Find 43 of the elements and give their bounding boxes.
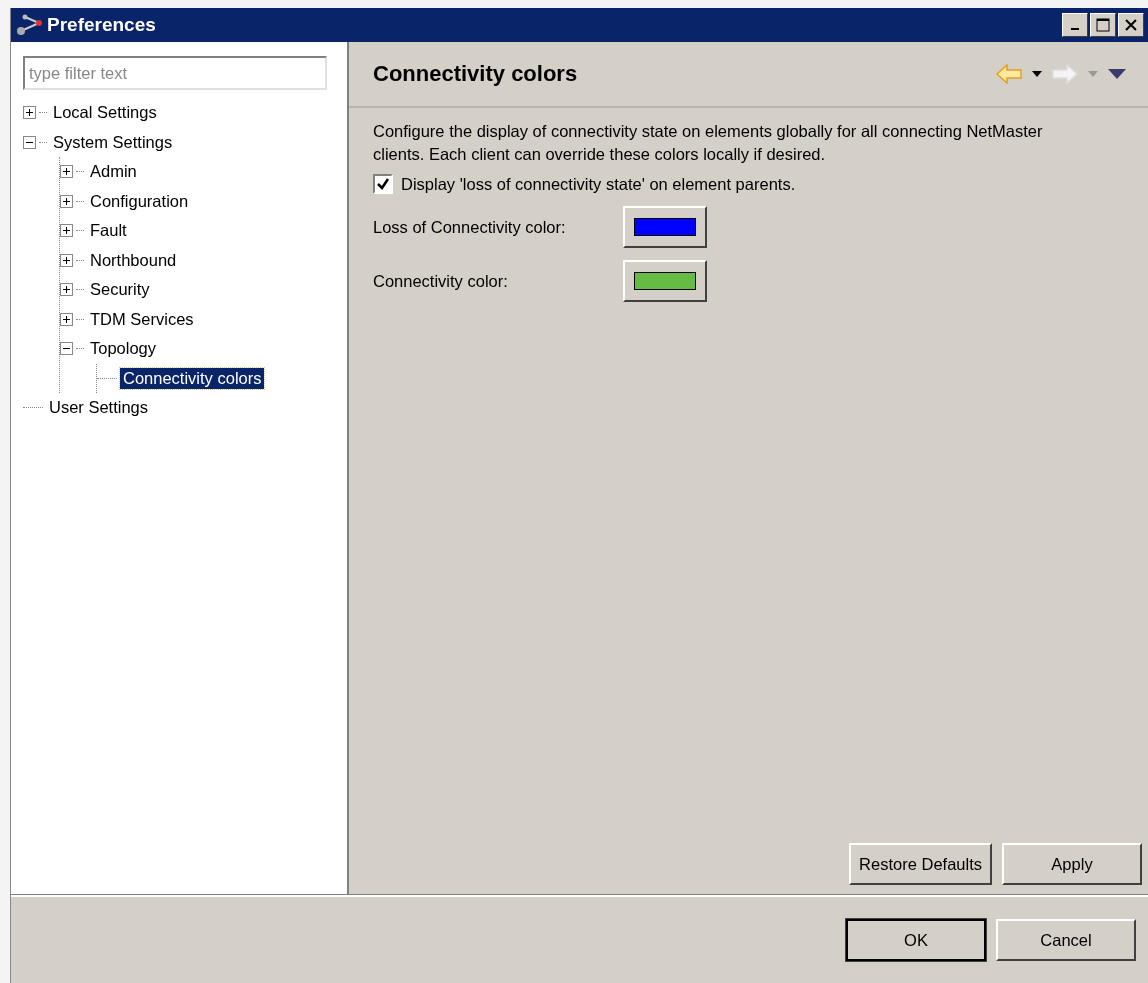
tree-item[interactable]: Configuration	[87, 190, 192, 212]
close-button[interactable]	[1118, 13, 1144, 37]
restore-defaults-button[interactable]: Restore Defaults	[849, 843, 992, 885]
color-label: Connectivity color:	[373, 271, 509, 291]
maximize-button[interactable]	[1090, 13, 1116, 37]
tree-item[interactable]: Security	[87, 279, 153, 301]
cancel-button[interactable]: Cancel	[996, 919, 1136, 961]
collapse-icon[interactable]	[23, 135, 36, 149]
expand-icon[interactable]	[60, 165, 73, 179]
expand-icon[interactable]	[60, 224, 73, 238]
color-picker-button[interactable]	[623, 260, 707, 302]
expand-icon[interactable]	[60, 283, 73, 297]
tree-item[interactable]: Fault	[87, 220, 130, 242]
tree-item[interactable]: Northbound	[87, 249, 180, 271]
apply-button[interactable]: Apply	[1002, 843, 1142, 885]
expand-icon[interactable]	[60, 194, 73, 208]
ok-button[interactable]: OK	[846, 919, 986, 961]
minimize-button[interactable]	[1062, 13, 1088, 37]
tree-item[interactable]: User Settings	[46, 397, 152, 419]
tree-item[interactable]: Local Settings	[50, 102, 160, 124]
tree-item[interactable]: Admin	[87, 161, 140, 183]
tree-item[interactable]: System Settings	[50, 131, 176, 153]
minimize-icon	[1071, 28, 1079, 30]
tree-item[interactable]: Topology	[87, 338, 160, 360]
checkbox-label: Display 'loss of connectivity state' on element parents.	[401, 174, 796, 194]
app-icon	[15, 13, 43, 37]
window-title: Preferences	[47, 14, 157, 36]
collapse-icon[interactable]	[60, 342, 73, 356]
expand-icon[interactable]	[60, 312, 73, 326]
color-label: Loss of Connectivity color:	[373, 217, 567, 237]
tree-item[interactable]: Connectivity colors	[120, 367, 265, 389]
close-icon	[1125, 19, 1137, 31]
dropdown-icon[interactable]	[1032, 71, 1042, 77]
expand-icon[interactable]	[23, 106, 36, 120]
menu-icon[interactable]	[1108, 69, 1126, 79]
description-text: Configure the display of connectivity state on elements globally for all connecting NetMaster clients. Each client can override these colors locally if desired.	[373, 121, 1044, 165]
color-picker-button[interactable]	[623, 206, 707, 248]
checkbox[interactable]	[373, 174, 393, 194]
expand-icon[interactable]	[60, 253, 73, 267]
page-title: Connectivity colors	[373, 61, 579, 87]
maximize-icon	[1096, 18, 1110, 32]
tree-item[interactable]: TDM Services	[87, 308, 197, 330]
filter-field[interactable]: type filter text	[23, 56, 327, 90]
